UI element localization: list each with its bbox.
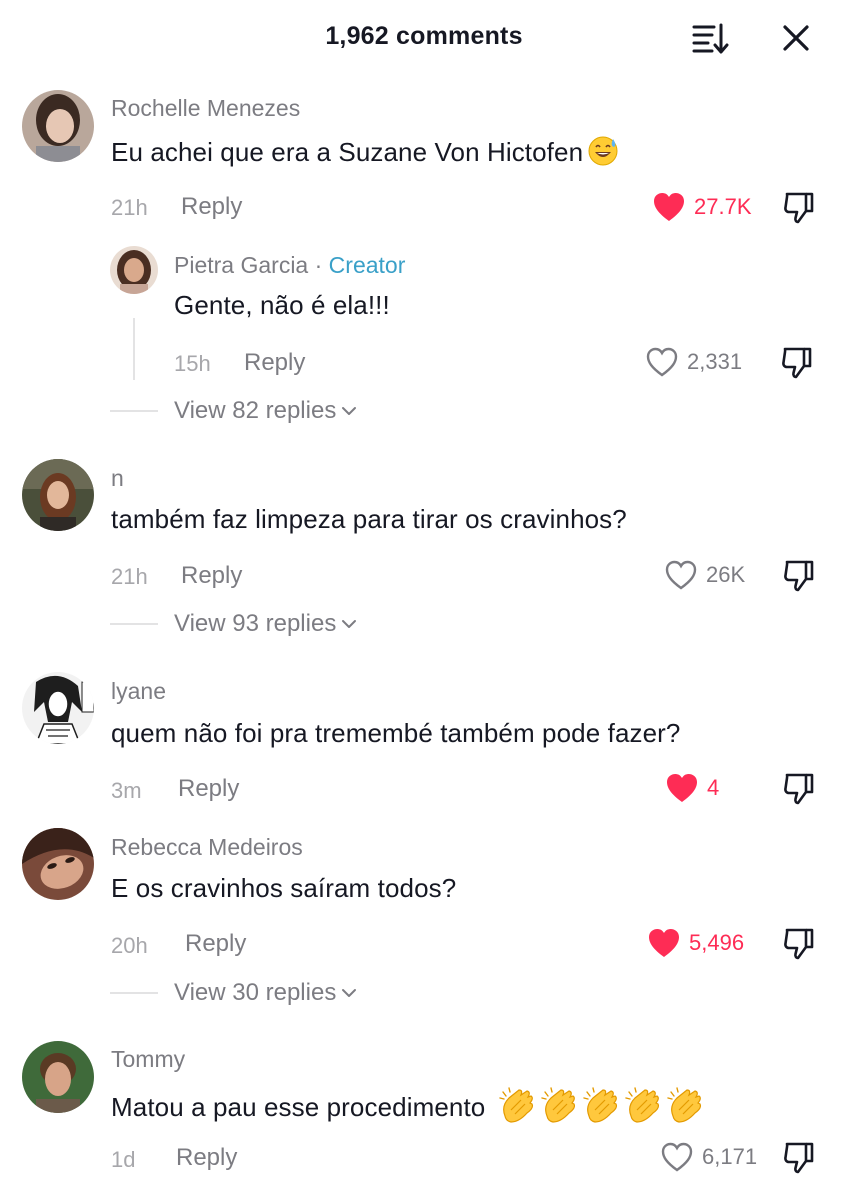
comment-text: Eu achei que era a Suzane Von Hictofen bbox=[111, 135, 619, 168]
like-button[interactable]: 4 bbox=[665, 770, 719, 806]
like-button[interactable]: 5,496 bbox=[647, 925, 744, 961]
avatar[interactable] bbox=[22, 828, 94, 900]
reply-username: Pietra Garcia · Creator bbox=[174, 252, 405, 279]
clapping-hands-emoji-icon bbox=[539, 1086, 579, 1126]
close-icon bbox=[783, 25, 809, 51]
dislike-icon[interactable] bbox=[781, 189, 817, 225]
dislike-icon[interactable] bbox=[781, 770, 817, 806]
like-button[interactable]: 27.7K bbox=[652, 189, 752, 225]
view-replies-button[interactable]: View 93 replies bbox=[110, 610, 358, 638]
comment-timestamp: 21h bbox=[111, 195, 148, 220]
comment-username[interactable]: Rochelle Menezes bbox=[111, 95, 300, 122]
heart-icon bbox=[654, 193, 684, 221]
view-replies-label: View 82 replies bbox=[174, 397, 337, 424]
comment-username[interactable]: Tommy bbox=[111, 1046, 185, 1073]
chevron-down-icon bbox=[342, 989, 357, 997]
clapping-hands-emoji-icon bbox=[497, 1086, 537, 1126]
comment-text: quem não foi pra tremembé também pode fa… bbox=[111, 718, 681, 748]
comment-text: E os cravinhos saíram todos? bbox=[111, 873, 457, 903]
reply-timestamp: 15h bbox=[174, 351, 211, 376]
comment-timestamp: 1d bbox=[111, 1147, 136, 1172]
creator-badge: Creator bbox=[328, 252, 406, 278]
reply-username-text[interactable]: Pietra Garcia bbox=[174, 252, 308, 278]
avatar[interactable] bbox=[22, 1041, 94, 1113]
comment-text-content: Eu achei que era a Suzane Von Hictofen bbox=[111, 137, 584, 167]
avatar[interactable] bbox=[110, 246, 158, 294]
comment-username[interactable]: lyane bbox=[111, 678, 166, 705]
comment-timestamp: 20h bbox=[111, 933, 148, 958]
comments-header: 1,962 comments bbox=[0, 0, 848, 76]
view-replies-button[interactable]: View 82 replies bbox=[110, 397, 358, 425]
dislike-icon[interactable] bbox=[781, 1139, 817, 1175]
reply-text: Gente, não é ela!!! bbox=[174, 290, 390, 320]
dislike-icon[interactable] bbox=[781, 557, 817, 593]
like-button[interactable]: 2,331 bbox=[645, 344, 742, 380]
comment-timestamp: 21h bbox=[111, 564, 148, 589]
reply-button[interactable]: Reply bbox=[181, 193, 242, 221]
sort-button[interactable] bbox=[690, 18, 730, 58]
like-button[interactable]: 26K bbox=[664, 557, 745, 593]
comment-text: também faz limpeza para tirar os cravinh… bbox=[111, 504, 627, 534]
heart-icon bbox=[665, 560, 697, 590]
like-count: 4 bbox=[707, 775, 720, 800]
like-button[interactable]: 6,171 bbox=[660, 1139, 757, 1175]
like-count: 27.7K bbox=[694, 194, 752, 219]
close-button[interactable] bbox=[776, 18, 816, 58]
like-count: 26K bbox=[706, 562, 746, 587]
like-count: 6,171 bbox=[702, 1144, 758, 1169]
dislike-icon[interactable] bbox=[781, 925, 817, 961]
reply-button[interactable]: Reply bbox=[181, 562, 242, 590]
separator-dot: · bbox=[314, 252, 323, 278]
avatar[interactable] bbox=[22, 90, 94, 162]
chevron-down-icon bbox=[342, 407, 357, 415]
like-count: 2,331 bbox=[687, 349, 743, 374]
avatar[interactable] bbox=[22, 459, 94, 531]
comment-username[interactable]: Rebecca Medeiros bbox=[111, 834, 303, 861]
reply-button[interactable]: Reply bbox=[244, 349, 305, 377]
comment-timestamp: 3m bbox=[111, 778, 142, 803]
comment-username[interactable]: n bbox=[111, 465, 124, 492]
reply-button[interactable]: Reply bbox=[178, 775, 239, 803]
comment-text: Matou a pau esse procedimento bbox=[111, 1086, 705, 1126]
view-replies-divider bbox=[110, 623, 158, 625]
clapping-hands-emoji-icon bbox=[665, 1086, 705, 1126]
avatar[interactable] bbox=[22, 672, 94, 744]
sort-icon bbox=[692, 23, 729, 54]
sweat-smile-emoji-icon bbox=[587, 135, 619, 167]
view-replies-divider bbox=[110, 992, 158, 994]
chevron-down-icon bbox=[342, 620, 357, 628]
reply-button[interactable]: Reply bbox=[185, 930, 246, 958]
reply-button[interactable]: Reply bbox=[176, 1144, 237, 1172]
clapping-hands-emoji-icon bbox=[623, 1086, 663, 1126]
like-count: 5,496 bbox=[689, 930, 745, 955]
view-replies-label: View 30 replies bbox=[174, 979, 337, 1006]
view-replies-label: View 93 replies bbox=[174, 610, 337, 637]
heart-icon bbox=[646, 347, 678, 377]
heart-icon bbox=[667, 774, 697, 802]
heart-icon bbox=[661, 1142, 693, 1172]
view-replies-button[interactable]: View 30 replies bbox=[110, 979, 358, 1007]
view-replies-divider bbox=[110, 410, 158, 412]
clapping-hands-emoji-icon bbox=[581, 1086, 621, 1126]
comment-text-content: Matou a pau esse procedimento bbox=[111, 1092, 486, 1122]
dislike-icon[interactable] bbox=[779, 344, 815, 380]
thread-line bbox=[133, 318, 135, 380]
heart-icon bbox=[649, 929, 679, 957]
